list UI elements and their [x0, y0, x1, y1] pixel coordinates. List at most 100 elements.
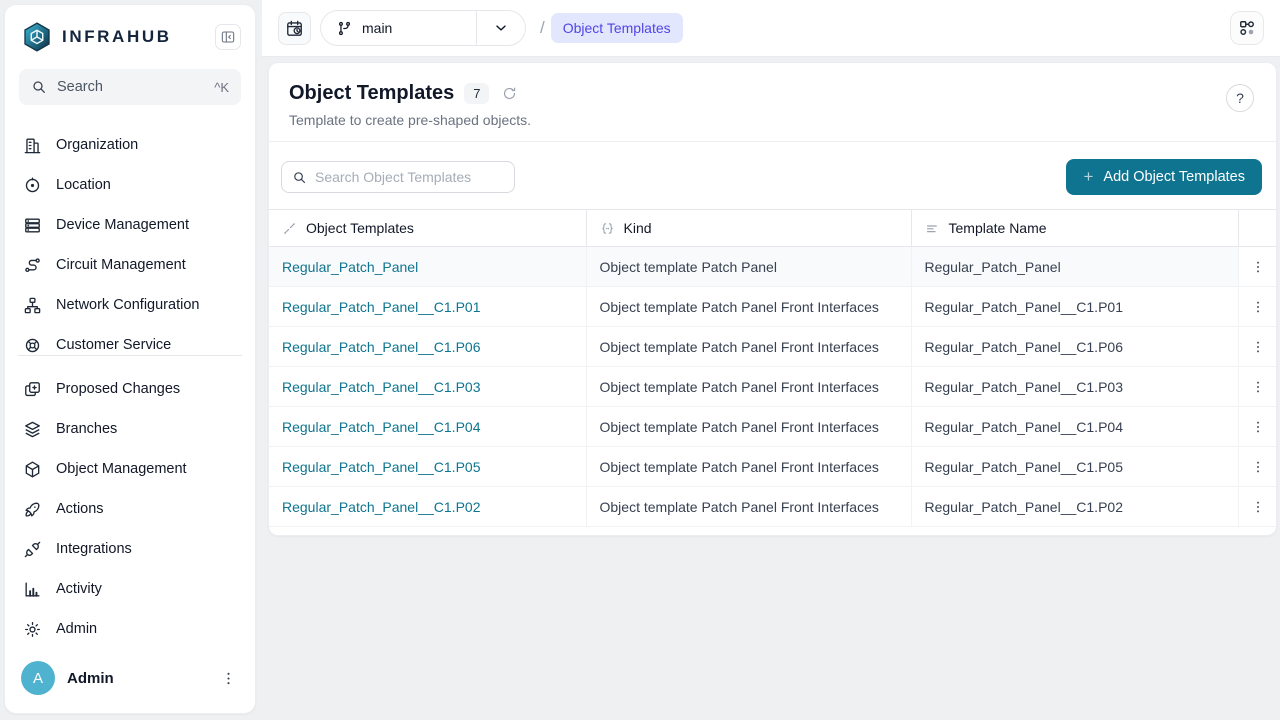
table-search[interactable] — [281, 161, 515, 193]
sidebar-item-organization[interactable]: Organization — [5, 125, 255, 165]
row-actions-button[interactable] — [1244, 253, 1272, 281]
user-menu[interactable]: A Admin — [5, 649, 255, 713]
sidebar-search-input[interactable] — [57, 79, 204, 95]
search-icon — [292, 170, 307, 185]
sidebar-collapse-button[interactable] — [215, 24, 241, 50]
route-icon — [22, 256, 42, 275]
row-actions-button[interactable] — [1244, 373, 1272, 401]
table-row: Regular_Patch_Panel__C1.P03Object templa… — [269, 367, 1277, 407]
object-template-link[interactable]: Regular_Patch_Panel__C1.P02 — [282, 499, 480, 515]
sidebar-item-customer-service[interactable]: Customer Service — [5, 325, 255, 355]
kind-cell: Object template Patch Panel Front Interf… — [586, 287, 911, 327]
branch-dropdown-toggle[interactable] — [477, 11, 525, 45]
logo-text: INFRAHUB — [62, 27, 206, 47]
search-shortcut: ^K — [214, 80, 229, 95]
service-icon — [22, 336, 42, 355]
relationship-icon — [282, 221, 297, 236]
gear-icon — [22, 620, 42, 639]
column-header-object-templates[interactable]: Object Templates — [269, 210, 586, 247]
table-row: Regular_Patch_PanelObject template Patch… — [269, 247, 1277, 287]
kind-cell: Object template Patch Panel Front Interf… — [586, 487, 911, 527]
object-template-link[interactable]: Regular_Patch_Panel__C1.P05 — [282, 459, 480, 475]
sidebar-item-label: Integrations — [56, 541, 132, 557]
chevron-down-icon — [493, 20, 509, 36]
sidebar-item-activity[interactable]: Activity — [5, 569, 255, 609]
sidebar-item-circuit-management[interactable]: Circuit Management — [5, 245, 255, 285]
table-row: Regular_Patch_Panel__C1.P04Object templa… — [269, 407, 1277, 447]
object-template-link[interactable]: Regular_Patch_Panel__C1.P03 — [282, 379, 480, 395]
object-template-link[interactable]: Regular_Patch_Panel__C1.P04 — [282, 419, 480, 435]
template-name-cell: Regular_Patch_Panel__C1.P01 — [911, 287, 1238, 327]
sidebar-item-object-management[interactable]: Object Management — [5, 449, 255, 489]
sidebar-item-proposed-changes[interactable]: Proposed Changes — [5, 369, 255, 409]
sidebar-item-network-configuration[interactable]: Network Configuration — [5, 285, 255, 325]
time-travel-button[interactable] — [278, 12, 311, 45]
sidebar-item-device-management[interactable]: Device Management — [5, 205, 255, 245]
branch-current[interactable]: main — [321, 11, 476, 45]
template-name-cell: Regular_Patch_Panel__C1.P05 — [911, 447, 1238, 487]
infrahub-logo-icon — [21, 21, 53, 53]
kind-cell: Object template Patch Panel Front Interf… — [586, 327, 911, 367]
kebab-icon — [220, 670, 237, 687]
row-actions-button[interactable] — [1244, 453, 1272, 481]
sidebar-item-label: Actions — [56, 501, 104, 517]
page-header: Object Templates 7 Template to create pr… — [269, 63, 1276, 142]
object-template-link[interactable]: Regular_Patch_Panel — [282, 259, 418, 275]
column-header-template-name[interactable]: Template Name — [911, 210, 1238, 247]
sidebar-item-integrations[interactable]: Integrations — [5, 529, 255, 569]
sidebar-nav-secondary: Proposed Changes Branches Object Managemen… — [5, 356, 255, 649]
sidebar-item-label: Proposed Changes — [56, 381, 180, 397]
sidebar-item-label: Activity — [56, 581, 102, 597]
panel-collapse-icon — [220, 29, 236, 45]
column-label: Template Name — [949, 220, 1047, 236]
help-button[interactable]: ? — [1226, 84, 1254, 112]
sidebar-item-location[interactable]: Location — [5, 165, 255, 205]
row-actions-button[interactable] — [1244, 293, 1272, 321]
table-header-row: Object Templates Kind Template Name — [269, 210, 1277, 247]
sidebar-item-branches[interactable]: Branches — [5, 409, 255, 449]
refresh-icon — [501, 85, 518, 102]
user-menu-button[interactable] — [216, 666, 241, 691]
sidebar-item-label: Circuit Management — [56, 257, 186, 273]
object-template-link[interactable]: Regular_Patch_Panel__C1.P01 — [282, 299, 480, 315]
table-search-input[interactable] — [315, 169, 504, 185]
user-name: Admin — [67, 670, 204, 687]
sidebar-item-label: Branches — [56, 421, 117, 437]
kind-cell: Object template Patch Panel Front Interf… — [586, 407, 911, 447]
kebab-icon — [1250, 379, 1266, 395]
sidebar-item-actions[interactable]: Actions — [5, 489, 255, 529]
add-object-templates-button[interactable]: + Add Object Templates — [1066, 159, 1262, 195]
refresh-button[interactable] — [499, 83, 520, 104]
template-name-cell: Regular_Patch_Panel__C1.P06 — [911, 327, 1238, 367]
sidebar-item-label: Admin — [56, 621, 97, 637]
sidebar-item-label: Object Management — [56, 461, 187, 477]
sidebar-item-admin[interactable]: Admin — [5, 609, 255, 649]
row-actions-button[interactable] — [1244, 333, 1272, 361]
page-subtitle: Template to create pre-shaped objects. — [289, 112, 1256, 128]
object-template-link[interactable]: Regular_Patch_Panel__C1.P06 — [282, 339, 480, 355]
calendar-clock-icon — [285, 19, 304, 38]
table-row: Regular_Patch_Panel__C1.P02Object templa… — [269, 487, 1277, 527]
add-button-label: Add Object Templates — [1103, 169, 1245, 185]
column-header-kind[interactable]: Kind — [586, 210, 911, 247]
branch-selector[interactable]: main — [320, 10, 526, 46]
sidebar-search[interactable]: ^K — [19, 69, 241, 105]
row-actions-button[interactable] — [1244, 493, 1272, 521]
plug-icon — [22, 540, 42, 559]
template-name-cell: Regular_Patch_Panel__C1.P02 — [911, 487, 1238, 527]
tasks-button[interactable] — [1230, 11, 1264, 45]
avatar: A — [21, 661, 55, 695]
row-actions-button[interactable] — [1244, 413, 1272, 441]
sidebar-item-label: Device Management — [56, 217, 189, 233]
rocket-icon — [22, 500, 42, 519]
sidebar: INFRAHUB ^K Organization Location Device M… — [4, 4, 256, 714]
column-label: Kind — [624, 220, 652, 236]
text-icon — [925, 221, 940, 236]
kind-cell: Object template Patch Panel — [586, 247, 911, 287]
template-name-cell: Regular_Patch_Panel__C1.P04 — [911, 407, 1238, 447]
sidebar-item-label: Location — [56, 177, 111, 193]
devices-icon — [22, 216, 42, 235]
topbar: main / Object Templates — [262, 0, 1280, 57]
breadcrumb-object-templates[interactable]: Object Templates — [551, 13, 683, 43]
template-name-cell: Regular_Patch_Panel — [911, 247, 1238, 287]
